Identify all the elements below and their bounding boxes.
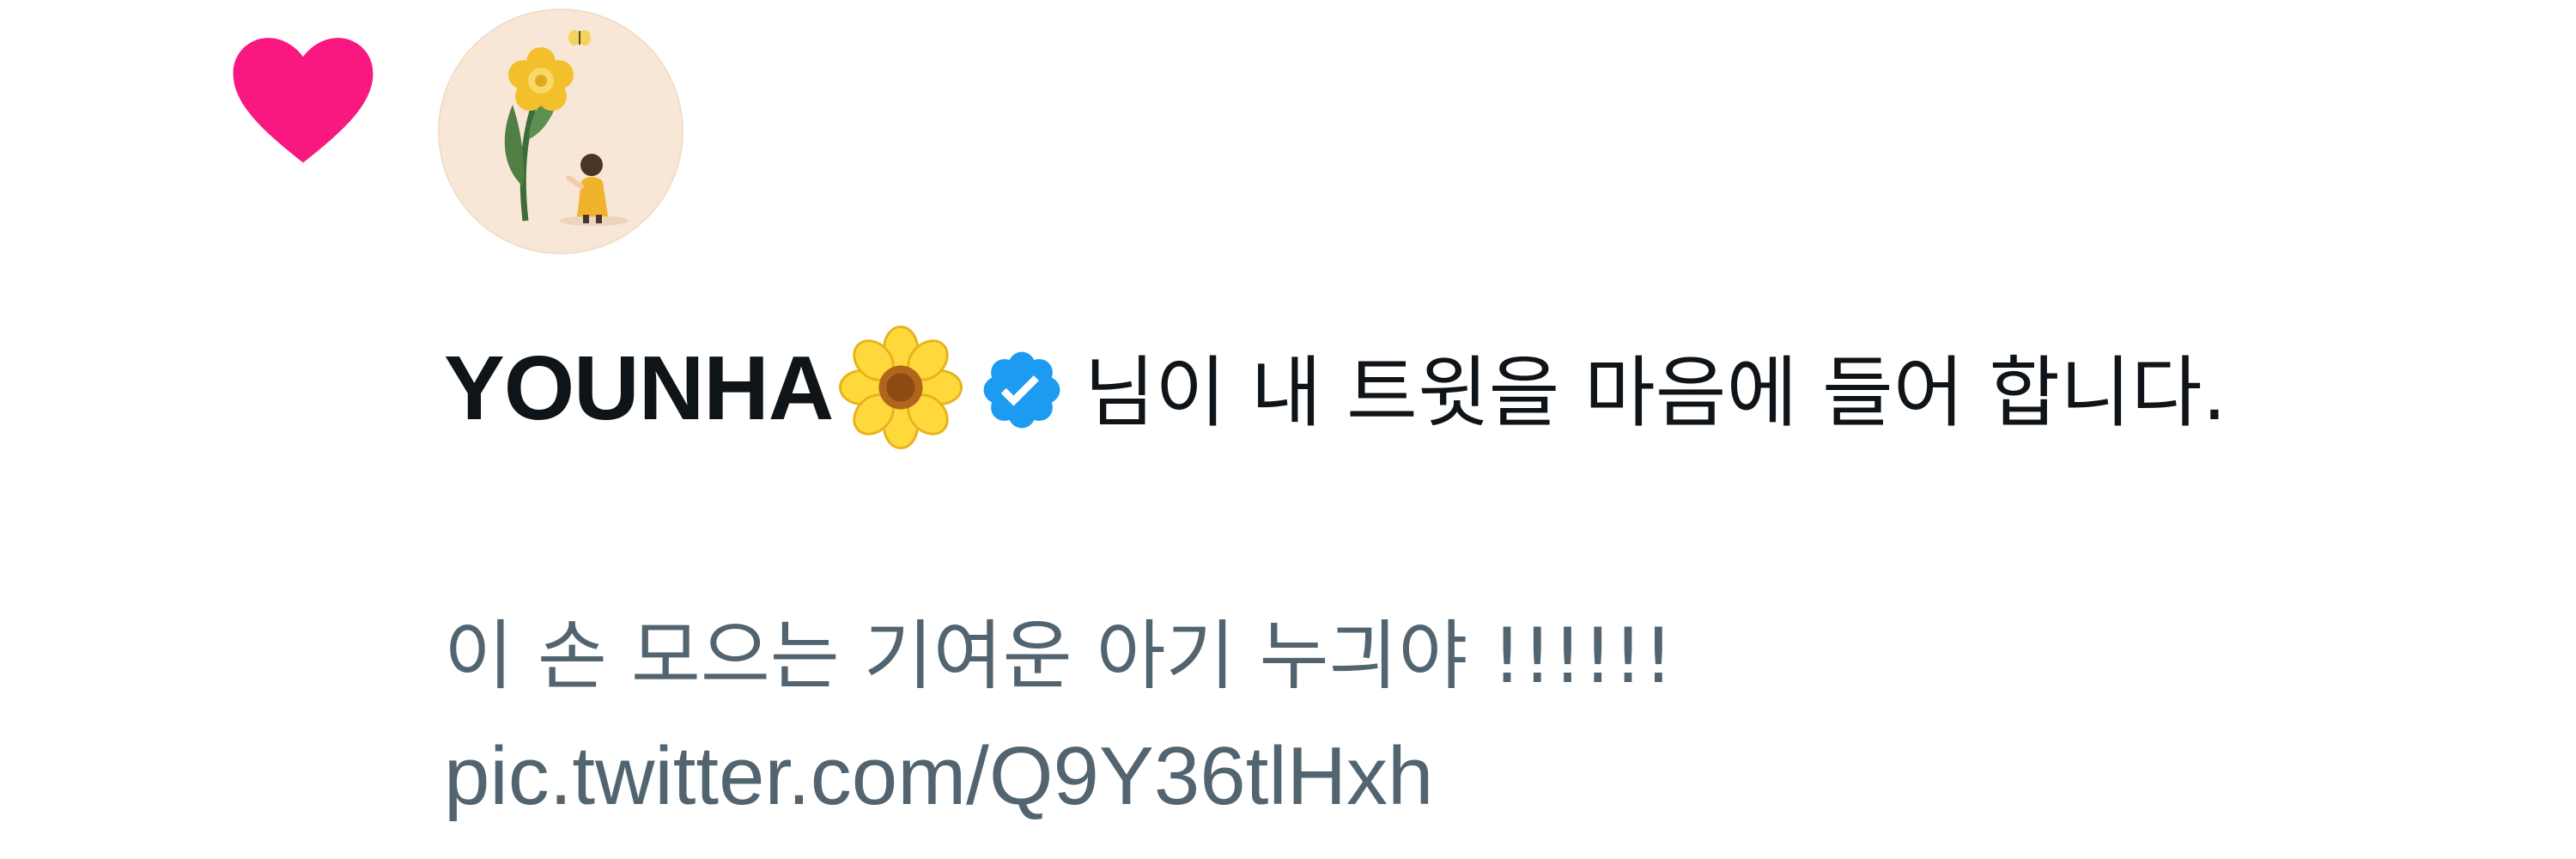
sunflower-emoji-icon — [836, 323, 965, 452]
avatar-illustration — [440, 10, 682, 253]
like-notification-text: YOUNHA 님이 내 트윗을 마음에 들어 합니다. — [444, 323, 2530, 453]
like-action-text: 님이 내 트윗을 마음에 들어 합니다. — [1084, 348, 2227, 438]
user-avatar[interactable] — [440, 10, 682, 253]
tweet-text: 이 손 모으는 기여운 아기 누긔야 !!!!!! — [444, 612, 1674, 700]
user-name[interactable]: YOUNHA — [444, 338, 834, 439]
verified-badge-icon — [977, 345, 1066, 435]
like-heart-icon — [230, 34, 376, 163]
tweet-media-link[interactable]: pic.twitter.com/Q9Y36tlHxh — [444, 716, 2530, 837]
liked-tweet-preview[interactable]: 이 손 모으는 기여운 아기 누긔야 !!!!!! pic.twitter.co… — [444, 596, 2530, 837]
